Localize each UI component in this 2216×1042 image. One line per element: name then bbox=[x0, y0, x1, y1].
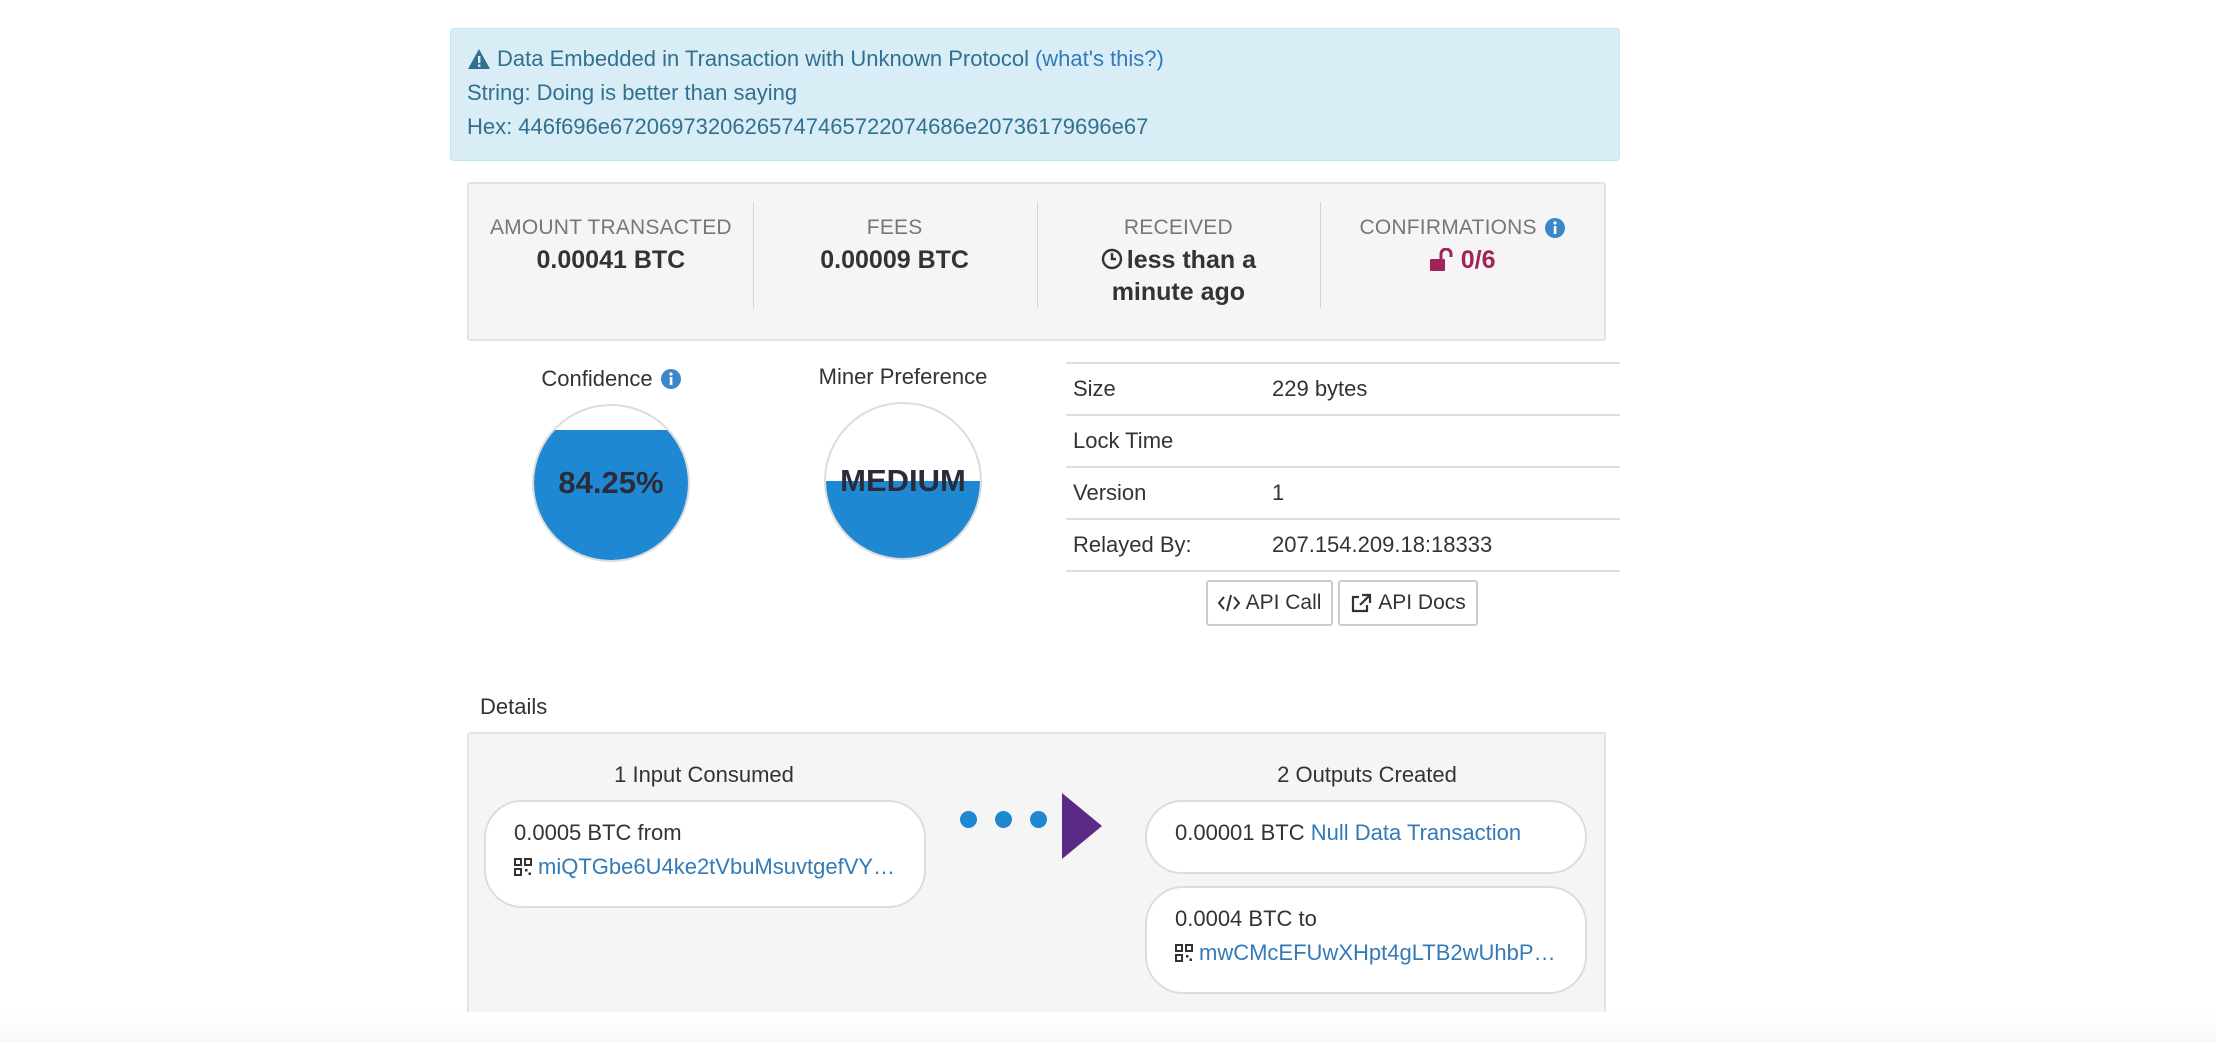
api-call-button[interactable]: API Call bbox=[1206, 580, 1333, 626]
confirmations-value: 0/6 bbox=[1460, 246, 1496, 274]
confirmations-label: CONFIRMATIONS bbox=[1359, 216, 1537, 239]
received-label: RECEIVED bbox=[1123, 216, 1233, 239]
input-item: 0.0005 BTC from miQTGbe6U4ke2tVbuMsuvtge… bbox=[484, 800, 926, 908]
dot-icon bbox=[1030, 811, 1047, 828]
output-item: 0.0004 BTC to mwCMcEFUwXHpt4gLTB2wUhbP… bbox=[1145, 886, 1587, 994]
property-value: 207.154.209.18:18333 bbox=[1268, 518, 1620, 572]
dot-icon bbox=[995, 811, 1012, 828]
confidence-gauge-block: Confidence 84.25% bbox=[531, 366, 691, 562]
input-amount: 0.0005 BTC from bbox=[514, 820, 682, 845]
page-bottom-fade bbox=[0, 1012, 2216, 1042]
external-link-icon bbox=[1352, 593, 1372, 613]
miner-preference-value: MEDIUM bbox=[840, 463, 966, 498]
outputs-title: 2 Outputs Created bbox=[1277, 762, 1457, 787]
confidence-title: Confidence bbox=[541, 366, 653, 391]
clock-icon bbox=[1101, 248, 1122, 270]
qr-code-icon bbox=[1175, 944, 1193, 962]
table-row: Size 229 bytes bbox=[1066, 362, 1620, 415]
hex-label: Hex: bbox=[467, 114, 513, 139]
table-row: Lock Time bbox=[1066, 414, 1620, 467]
table-row: Relayed By: 207.154.209.18:18333 bbox=[1066, 518, 1620, 572]
property-value: 229 bytes bbox=[1268, 362, 1620, 415]
amount-label: AMOUNT TRANSACTED bbox=[489, 216, 732, 239]
flow-dots bbox=[960, 811, 1047, 828]
received-value: less than a minute ago bbox=[1111, 246, 1256, 306]
info-icon[interactable] bbox=[660, 369, 681, 389]
received-stat: RECEIVED less than a minute ago bbox=[1036, 184, 1321, 339]
string-label: String: bbox=[467, 80, 531, 105]
property-label: Size bbox=[1066, 362, 1268, 415]
alert-title: Data Embedded in Transaction with Unknow… bbox=[497, 46, 1029, 71]
confidence-percent: 84.25% bbox=[558, 465, 664, 500]
property-value: 1 bbox=[1268, 466, 1620, 519]
confirmations-value-wrap: 0/6 bbox=[1409, 244, 1516, 276]
fees-stat: FEES 0.00009 BTC bbox=[752, 184, 1037, 339]
confirmations-label-wrap: CONFIRMATIONS bbox=[1360, 216, 1565, 240]
details-heading: Details bbox=[480, 694, 548, 719]
string-value: Doing is better than saying bbox=[536, 80, 798, 105]
api-call-label: API Call bbox=[1245, 591, 1322, 614]
output-amount: 0.00001 BTC bbox=[1175, 820, 1305, 845]
null-data-transaction-link[interactable]: Null Data Transaction bbox=[1311, 820, 1521, 845]
amount-stat: AMOUNT TRANSACTED 0.00041 BTC bbox=[469, 184, 753, 339]
confidence-gauge: 84.25% bbox=[532, 404, 690, 562]
miner-preference-block: Miner Preference MEDIUM bbox=[813, 364, 993, 560]
miner-preference-gauge: MEDIUM bbox=[824, 402, 982, 560]
details-panel: 1 Input Consumed 2 Outputs Created 0.000… bbox=[467, 732, 1606, 1025]
transaction-properties-table: Size 229 bytes Lock Time Version 1 Relay… bbox=[1066, 362, 1620, 572]
dot-icon bbox=[960, 811, 977, 828]
output-address-link[interactable]: mwCMcEFUwXHpt4gLTB2wUhbP… bbox=[1199, 936, 1556, 970]
confidence-title-wrap: Confidence bbox=[541, 366, 681, 392]
qr-code-icon bbox=[514, 858, 532, 876]
table-row: Version 1 bbox=[1066, 466, 1620, 519]
confirmations-stat: CONFIRMATIONS 0/6 bbox=[1320, 184, 1604, 339]
code-icon bbox=[1217, 594, 1240, 612]
whats-this-link[interactable]: (what's this?) bbox=[1035, 42, 1164, 76]
transaction-summary: AMOUNT TRANSACTED 0.00041 BTC FEES 0.000… bbox=[467, 182, 1606, 341]
hex-value: 446f696e67206973206265747465722074686e20… bbox=[518, 114, 1149, 139]
unlock-icon bbox=[1429, 248, 1453, 271]
amount-value: 0.00041 BTC bbox=[536, 246, 686, 274]
output-item: 0.00001 BTC Null Data Transaction bbox=[1145, 800, 1587, 874]
api-docs-button[interactable]: API Docs bbox=[1338, 580, 1478, 626]
info-icon[interactable] bbox=[1544, 218, 1565, 238]
fees-label: FEES bbox=[866, 216, 923, 239]
fees-value: 0.00009 BTC bbox=[820, 246, 969, 274]
property-label: Relayed By: bbox=[1066, 518, 1268, 572]
property-label: Lock Time bbox=[1066, 414, 1268, 467]
warning-icon bbox=[468, 49, 490, 69]
arrow-right-icon bbox=[1062, 793, 1102, 859]
data-embedded-alert: Data Embedded in Transaction with Unknow… bbox=[450, 28, 1620, 161]
property-value bbox=[1268, 414, 1620, 467]
input-address-row[interactable]: miQTGbe6U4ke2tVbuMsuvtgefVY… bbox=[514, 850, 896, 884]
miner-preference-title: Miner Preference bbox=[818, 364, 988, 389]
output-amount: 0.0004 BTC to bbox=[1175, 906, 1317, 931]
property-label: Version bbox=[1066, 466, 1268, 519]
received-value-wrap: less than a minute ago bbox=[1037, 244, 1321, 308]
output-address-row[interactable]: mwCMcEFUwXHpt4gLTB2wUhbP… bbox=[1175, 936, 1557, 970]
api-docs-label: API Docs bbox=[1378, 591, 1466, 614]
input-address-link[interactable]: miQTGbe6U4ke2tVbuMsuvtgefVY… bbox=[538, 850, 895, 884]
inputs-title: 1 Input Consumed bbox=[614, 762, 794, 787]
